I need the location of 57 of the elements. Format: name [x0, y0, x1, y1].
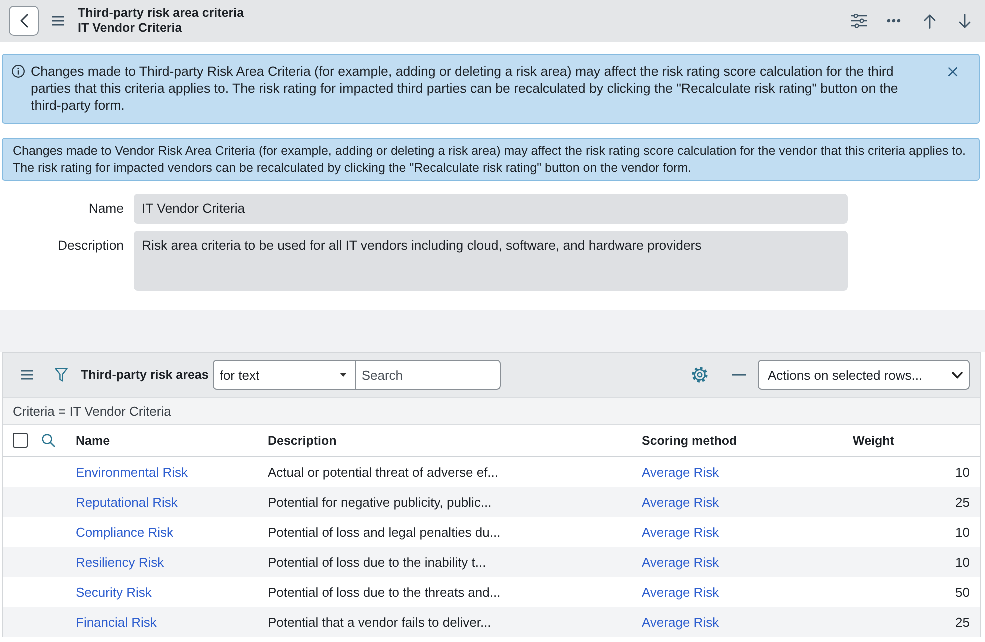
more-options-icon[interactable] — [887, 19, 901, 23]
column-header[interactable]: Weight — [853, 434, 894, 448]
table-cell: 10 — [956, 524, 970, 540]
cell-link[interactable]: Average Risk — [642, 464, 720, 480]
cell-link[interactable]: Environmental Risk — [76, 464, 188, 480]
field-label: Name — [88, 201, 124, 216]
info-message-text: Changes made to Vendor Risk Area Criteria (for example, adding or deleting a risk area) may affect the risk rating score calculation for the vendor that this criteria applies to. The risk rating for impacted vendors can be recalculated by clicking the "Recalculate risk rating" button on the vendor form. — [13, 143, 968, 177]
name-field[interactable]: IT Vendor Criteria — [134, 194, 848, 224]
select-all-checkbox[interactable] — [13, 433, 28, 448]
sliders-icon[interactable] — [851, 14, 867, 28]
field-label: Description — [58, 238, 124, 253]
record-title: IT Vendor Criteria — [78, 21, 182, 36]
menu-icon[interactable] — [52, 16, 64, 26]
table-cell: Potential of loss due to the threats and... — [268, 584, 501, 600]
actions-select[interactable]: Actions on selected rows... — [758, 360, 970, 390]
list-menu-icon[interactable] — [21, 370, 33, 380]
column-header[interactable]: Description — [268, 434, 337, 448]
column-header[interactable]: Name — [76, 434, 110, 448]
page-title: Third-party risk area criteria — [78, 6, 244, 21]
table-cell: 10 — [956, 464, 970, 480]
arrow-down-icon[interactable] — [959, 14, 971, 28]
table-cell: 25 — [956, 494, 970, 510]
cell-link[interactable]: Average Risk — [642, 584, 720, 600]
description-field[interactable]: Risk area criteria to be used for all IT vendors including cloud, software, and hardware providers — [134, 231, 848, 291]
cell-link[interactable]: Average Risk — [642, 494, 720, 510]
cell-link[interactable]: Compliance Risk — [76, 524, 174, 540]
cell-link[interactable]: Financial Risk — [76, 614, 157, 630]
list-title: Third-party risk areas — [81, 368, 209, 382]
column-header[interactable]: Scoring method — [642, 434, 738, 448]
chevron-left-icon — [20, 14, 28, 28]
info-icon — [12, 65, 25, 78]
close-icon[interactable] — [948, 67, 958, 77]
table-cell: Potential of loss and legal penalties du... — [268, 524, 501, 540]
cell-link[interactable]: Reputational Risk — [76, 494, 178, 510]
table-cell: 50 — [956, 584, 970, 600]
column-search-icon[interactable] — [42, 434, 55, 447]
table-cell: Potential of loss due to the inability t... — [268, 554, 486, 570]
filter-breadcrumb[interactable]: Criteria = IT Vendor Criteria — [13, 404, 172, 418]
table-cell: 10 — [956, 554, 970, 570]
filter-select[interactable]: for text — [212, 360, 356, 390]
chevron-down-icon — [952, 372, 963, 378]
caret-down-icon — [340, 373, 347, 377]
cell-link[interactable]: Average Risk — [642, 554, 720, 570]
info-message-text: Changes made to Third-party Risk Area Criteria (for example, adding or deleting a risk area) may affect the risk rating score calculation for the third parties that this criteria applies to. The risk rating for impacted third parties can be recalculated by clicking the "Recalculate risk rating" button on the third-party form. — [31, 63, 900, 114]
cell-link[interactable]: Resiliency Risk — [76, 554, 164, 570]
cell-link[interactable]: Average Risk — [642, 524, 720, 540]
cell-link[interactable]: Security Risk — [76, 584, 152, 600]
settings-icon[interactable] — [692, 367, 708, 383]
table-cell: Actual or potential threat of adverse ef... — [268, 464, 499, 480]
back-button[interactable] — [9, 6, 39, 36]
cell-link[interactable]: Average Risk — [642, 614, 720, 630]
filter-icon[interactable] — [55, 368, 68, 382]
arrow-up-icon[interactable] — [924, 14, 936, 28]
table-cell: Potential that a vendor fails to deliver... — [268, 614, 492, 630]
table-cell: Potential for negative publicity, public... — [268, 494, 492, 510]
table-cell: 25 — [956, 614, 970, 630]
search-field[interactable]: Search — [356, 360, 501, 390]
